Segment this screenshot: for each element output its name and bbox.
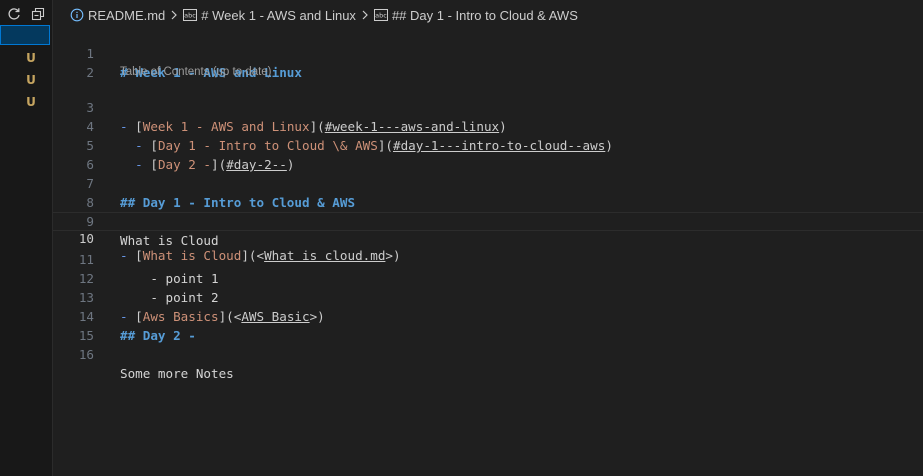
- editor-line-current[interactable]: 10 - [What is Cloud](<What is cloud.md>): [53, 212, 923, 263]
- editor-line[interactable]: 3 - [Week 1 - AWS and Linux](#week-1---a…: [53, 79, 923, 134]
- editor-line[interactable]: 6: [53, 136, 923, 172]
- breadcrumb-section-day1[interactable]: abc ## Day 1 - Intro to Cloud & AWS: [373, 7, 578, 23]
- editor-line[interactable]: 12 - point 2: [53, 250, 923, 305]
- editor-line[interactable]: 2: [53, 44, 923, 80]
- editor-line[interactable]: 11 - point 1: [53, 231, 923, 286]
- breadcrumb: README.md abc # Week 1 - AWS and Linux a…: [70, 6, 578, 24]
- editor-line[interactable]: 7 ## Day 1 - Intro to Cloud & AWS: [53, 155, 923, 210]
- editor-line[interactable]: 15: [53, 307, 923, 343]
- svg-text:abc: abc: [375, 12, 387, 20]
- editor-line[interactable]: 16 Some more Notes: [53, 326, 923, 381]
- editor-line[interactable]: 9 What is Cloud: [53, 193, 923, 248]
- plain-text: Some more Notes: [120, 366, 234, 381]
- breadcrumb-section-label: ## Day 1 - Intro to Cloud & AWS: [391, 7, 578, 23]
- breadcrumb-section-week1[interactable]: abc # Week 1 - AWS and Linux: [183, 8, 356, 23]
- line-number: 16: [78, 347, 94, 362]
- untracked-badge: U: [26, 95, 36, 109]
- untracked-badge: U: [26, 51, 36, 65]
- svg-text:abc: abc: [184, 12, 196, 20]
- breadcrumb-file-label: README.md: [88, 7, 166, 23]
- breadcrumb-file[interactable]: README.md: [70, 8, 165, 23]
- collapse-all-icon[interactable]: [30, 6, 46, 22]
- codelens-toc[interactable]: Table of Contents (up to date): [120, 64, 272, 80]
- editor-pane[interactable]: 1 # Week 1 - AWS and Linux 2 Table of Co…: [53, 24, 923, 476]
- chevron-right-icon: [171, 10, 178, 20]
- editor-line[interactable]: 4 - [Day 1 - Intro to Cloud \& AWS](#day…: [53, 98, 923, 153]
- editor-line[interactable]: 1 # Week 1 - AWS and Linux: [53, 25, 923, 80]
- chevron-right-icon: [362, 10, 368, 20]
- explorer-sidebar: U U U: [0, 0, 53, 476]
- editor-line[interactable]: 13 - [Aws Basics](<AWS Basic>): [53, 269, 923, 324]
- selected-file-row[interactable]: [0, 25, 50, 45]
- editor-line[interactable]: 8: [53, 174, 923, 210]
- editor-line[interactable]: 5 - [Day 2 -](#day-2--): [53, 117, 923, 172]
- string-symbol-icon: abc: [183, 9, 198, 21]
- breadcrumb-section-label: # Week 1 - AWS and Linux: [201, 7, 356, 23]
- info-icon: [70, 8, 84, 22]
- editor-line[interactable]: 14 ## Day 2 -: [53, 288, 923, 343]
- refresh-icon[interactable]: [6, 6, 22, 22]
- untracked-badge: U: [26, 73, 36, 87]
- string-symbol-icon: abc: [373, 9, 388, 21]
